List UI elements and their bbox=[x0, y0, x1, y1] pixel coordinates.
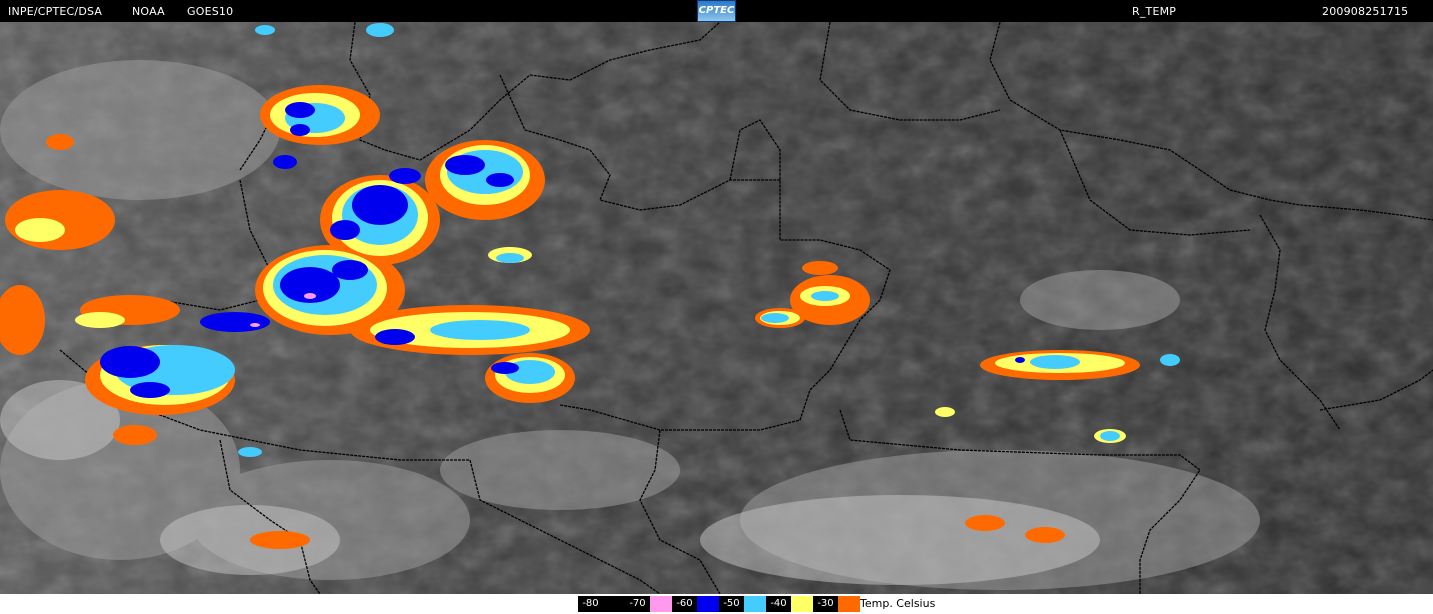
legend-color-swatch bbox=[791, 596, 813, 612]
satellite-map bbox=[0, 22, 1433, 594]
legend-value-label: -60 bbox=[672, 596, 697, 612]
legend-color-swatch bbox=[744, 596, 766, 612]
legend-value-label: -50 bbox=[719, 596, 744, 612]
agency-label: NOAA bbox=[132, 5, 165, 18]
legend-bar: -80 -70 -60 -50 -40 -30 Temp. Celsius bbox=[0, 594, 1433, 614]
datetime-label: 200908251715 bbox=[1322, 5, 1409, 18]
legend-value-label: -30 bbox=[813, 596, 838, 612]
legend-color-swatch bbox=[697, 596, 719, 612]
legend-value-label: -40 bbox=[766, 596, 791, 612]
satellite-label: GOES10 bbox=[187, 5, 234, 18]
satellite-image-page: INPE/CPTEC/DSA NOAA GOES10 CPTEC R_TEMP … bbox=[0, 0, 1433, 614]
legend-value-label: -70 bbox=[625, 596, 650, 612]
legend-color-swatch bbox=[650, 596, 672, 612]
header-bar: INPE/CPTEC/DSA NOAA GOES10 CPTEC R_TEMP … bbox=[0, 0, 1433, 22]
legend-value-label: -80 bbox=[578, 596, 603, 612]
cptec-logo: CPTEC bbox=[697, 0, 736, 22]
product-label: R_TEMP bbox=[1132, 5, 1177, 18]
legend-unit-label: Temp. Celsius bbox=[860, 597, 936, 610]
legend-color-swatch bbox=[603, 596, 625, 612]
institution-label: INPE/CPTEC/DSA bbox=[8, 5, 103, 18]
legend-color-swatch bbox=[838, 596, 860, 612]
